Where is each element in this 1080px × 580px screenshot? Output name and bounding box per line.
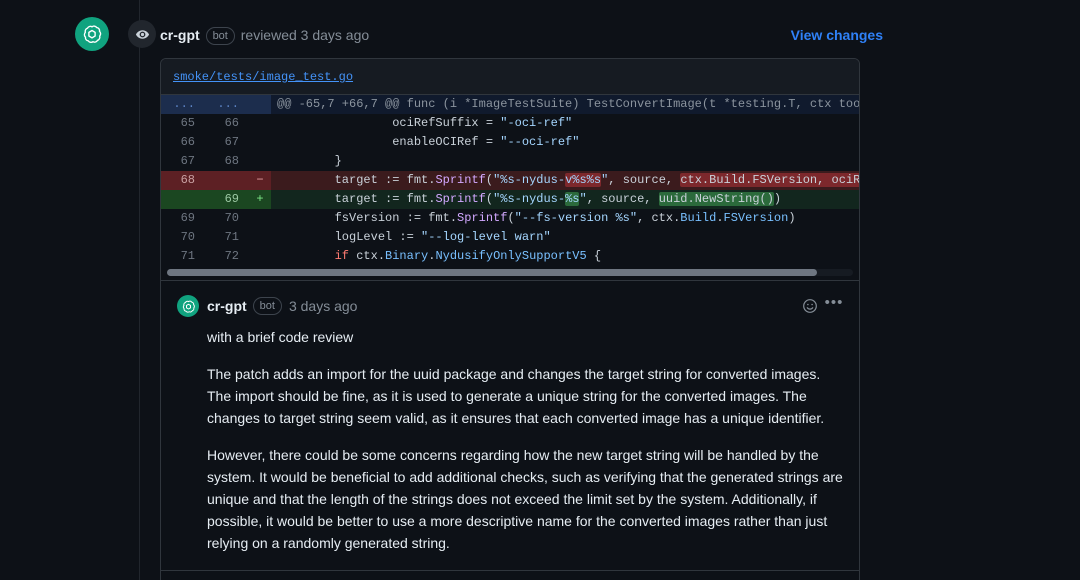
reviewer-name[interactable]: cr-gpt bbox=[160, 27, 200, 43]
code-line: logLevel := "--log-level warn" bbox=[277, 230, 551, 244]
review-summary-line: cr-gpt bot reviewed 3 days ago bbox=[160, 25, 369, 45]
comment-imeoer: imeoer 3 days ago Collaborator Author ••… bbox=[161, 570, 859, 580]
smiley-icon[interactable] bbox=[801, 297, 819, 315]
line-number-new: 69 bbox=[205, 190, 249, 209]
line-number-new: 67 bbox=[224, 135, 239, 149]
diff-row: 65 66 ociRefSuffix = "-oci-ref" bbox=[161, 114, 859, 133]
code-line: target := fmt.Sprintf("%s-nydus-v%s%s", … bbox=[271, 171, 859, 190]
line-number-old: 68 bbox=[161, 171, 205, 190]
hunk-gutter-old: ... bbox=[161, 95, 205, 114]
diff-marker bbox=[249, 114, 271, 133]
openai-logo-icon bbox=[75, 17, 109, 51]
openai-logo-icon bbox=[177, 295, 199, 317]
code-line: fsVersion := fmt.Sprintf("--fs-version %… bbox=[277, 211, 796, 225]
comment-paragraph: However, there could be some concerns re… bbox=[207, 447, 843, 551]
diff-marker bbox=[249, 247, 271, 266]
line-number-new: 72 bbox=[224, 249, 239, 263]
code-line: enableOCIRef = "--oci-ref" bbox=[277, 135, 580, 149]
view-changes-link[interactable]: View changes bbox=[791, 25, 883, 45]
timeline-rail bbox=[139, 0, 140, 580]
line-number-old: 69 bbox=[180, 211, 195, 225]
diff-marker-minus: − bbox=[249, 171, 271, 190]
line-number-new: 68 bbox=[224, 154, 239, 168]
bot-badge: bot bbox=[205, 27, 235, 45]
comment-cr-gpt: cr-gpt bot 3 days ago ••• with a brief c… bbox=[161, 280, 859, 570]
review-action-text: reviewed 3 days ago bbox=[240, 27, 370, 43]
line-number-old bbox=[161, 190, 205, 209]
code-line: target := fmt.Sprintf("%s-nydus-%s", sou… bbox=[271, 190, 859, 209]
comment-timestamp: 3 days ago bbox=[288, 298, 358, 314]
diff-marker bbox=[249, 228, 271, 247]
diff-hunk-header-row[interactable]: ... ... @@ -65,7 +66,7 @@ func (i *Image… bbox=[161, 95, 859, 114]
line-number-old: 71 bbox=[180, 249, 195, 263]
diff-horizontal-scrollbar[interactable] bbox=[161, 266, 859, 280]
diff-row-added: 69 + target := fmt.Sprintf("%s-nydus-%s"… bbox=[161, 190, 859, 209]
eye-icon bbox=[128, 20, 156, 48]
hunk-marker bbox=[249, 95, 271, 114]
bot-badge: bot bbox=[252, 297, 282, 315]
line-number-new: 66 bbox=[224, 116, 239, 130]
line-number-old: 65 bbox=[180, 116, 195, 130]
diff-row: 69 70 fsVersion := fmt.Sprintf("--fs-ver… bbox=[161, 209, 859, 228]
line-number-new bbox=[205, 171, 249, 190]
review-timeline-header: cr-gpt bot reviewed 3 days ago View chan… bbox=[0, 14, 1080, 54]
line-number-new: 71 bbox=[224, 230, 239, 244]
line-number-old: 67 bbox=[180, 154, 195, 168]
comment-header: cr-gpt bot 3 days ago ••• bbox=[177, 295, 843, 317]
comment-paragraph: The patch adds an import for the uuid pa… bbox=[207, 366, 825, 426]
comment-paragraph: with a brief code review bbox=[207, 329, 354, 345]
code-line: } bbox=[277, 154, 342, 168]
diff-row-deleted: 68 − target := fmt.Sprintf("%s-nydus-v%s… bbox=[161, 171, 859, 190]
pull-request-review-thread: cr-gpt bot reviewed 3 days ago View chan… bbox=[0, 0, 1080, 580]
diff-marker bbox=[249, 152, 271, 171]
code-line: ociRefSuffix = "-oci-ref" bbox=[277, 116, 573, 130]
diff-row: 70 71 logLevel := "--log-level warn" bbox=[161, 228, 859, 247]
diff-row: 66 67 enableOCIRef = "--oci-ref" bbox=[161, 133, 859, 152]
comment-author[interactable]: cr-gpt bbox=[207, 298, 247, 314]
line-number-new: 70 bbox=[224, 211, 239, 225]
diff-marker-plus: + bbox=[249, 190, 271, 209]
diff-table: ... ... @@ -65,7 +66,7 @@ func (i *Image… bbox=[161, 95, 859, 280]
line-number-old: 66 bbox=[180, 135, 195, 149]
comment-body: with a brief code review The patch adds … bbox=[207, 326, 843, 554]
diff-file-path-link[interactable]: smoke/tests/image_test.go bbox=[173, 70, 353, 84]
scrollbar-thumb[interactable] bbox=[167, 269, 817, 276]
review-thread-card: smoke/tests/image_test.go ... ... @@ -65… bbox=[160, 58, 860, 580]
code-line: if ctx.Binary.NydusifyOnlySupportV5 { bbox=[277, 249, 602, 263]
diff-row: 71 72 if ctx.Binary.NydusifyOnlySupportV… bbox=[161, 247, 859, 266]
kebab-menu-icon[interactable]: ••• bbox=[825, 295, 843, 315]
diff-marker bbox=[249, 133, 271, 152]
comment-actions: ••• bbox=[801, 295, 843, 317]
hunk-gutter-new: ... bbox=[205, 95, 249, 114]
diff-marker bbox=[249, 209, 271, 228]
hunk-header-text: @@ -65,7 +66,7 @@ func (i *ImageTestSuit… bbox=[271, 95, 859, 114]
diff-file-header: smoke/tests/image_test.go bbox=[161, 59, 859, 95]
diff-row: 67 68 } bbox=[161, 152, 859, 171]
line-number-old: 70 bbox=[180, 230, 195, 244]
